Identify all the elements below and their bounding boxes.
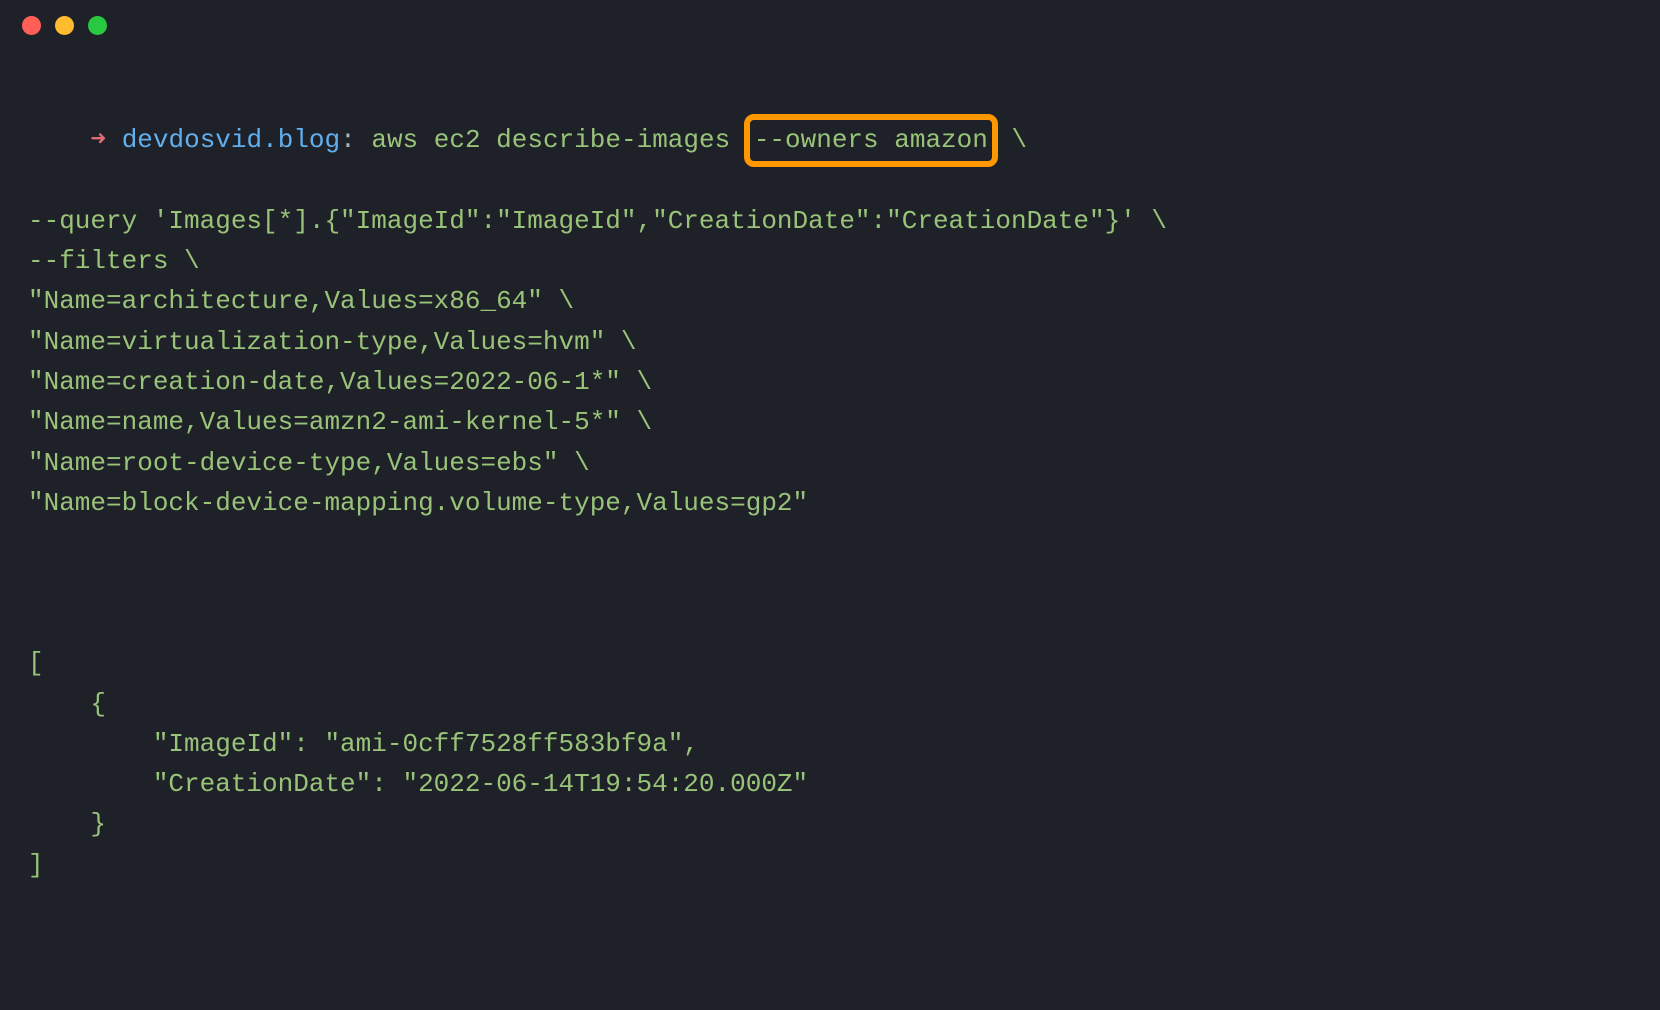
- output-line-4: "CreationDate": "2022-06-14T19:54:20.000…: [28, 764, 1632, 804]
- command-text-pre: aws ec2 describe-images: [371, 125, 745, 155]
- terminal-content[interactable]: ➜ devdosvid.blog: aws ec2 describe-image…: [0, 50, 1660, 905]
- command-line-3: --filters \: [28, 241, 1632, 281]
- command-line-2: --query 'Images[*].{"ImageId":"ImageId",…: [28, 201, 1632, 241]
- close-button[interactable]: [22, 16, 41, 35]
- command-line-5: "Name=virtualization-type,Values=hvm" \: [28, 322, 1632, 362]
- output-line-2: {: [28, 684, 1632, 724]
- command-text-post: \: [996, 125, 1027, 155]
- output-line-5: }: [28, 804, 1632, 844]
- output-line-6: ]: [28, 845, 1632, 885]
- maximize-button[interactable]: [88, 16, 107, 35]
- command-line-4: "Name=architecture,Values=x86_64" \: [28, 281, 1632, 321]
- command-line-8: "Name=root-device-type,Values=ebs" \: [28, 443, 1632, 483]
- prompt-host: devdosvid.blog: [122, 125, 340, 155]
- output-line-3: "ImageId": "ami-0cff7528ff583bf9a",: [28, 724, 1632, 764]
- command-line-6: "Name=creation-date,Values=2022-06-1*" \: [28, 362, 1632, 402]
- command-line-7: "Name=name,Values=amzn2-ami-kernel-5*" \: [28, 402, 1632, 442]
- prompt-arrow: ➜: [90, 125, 106, 155]
- command-line-9: "Name=block-device-mapping.volume-type,V…: [28, 483, 1632, 523]
- highlight-owners-amazon: --owners amazon: [744, 114, 998, 166]
- prompt-colon: :: [340, 125, 356, 155]
- highlight-text: --owners amazon: [754, 125, 988, 155]
- minimize-button[interactable]: [55, 16, 74, 35]
- command-output: [ { "ImageId": "ami-0cff7528ff583bf9a", …: [28, 643, 1632, 885]
- output-line-1: [: [28, 643, 1632, 683]
- command-line-1: ➜ devdosvid.blog: aws ec2 describe-image…: [28, 80, 1632, 201]
- window-titlebar: [0, 0, 1660, 50]
